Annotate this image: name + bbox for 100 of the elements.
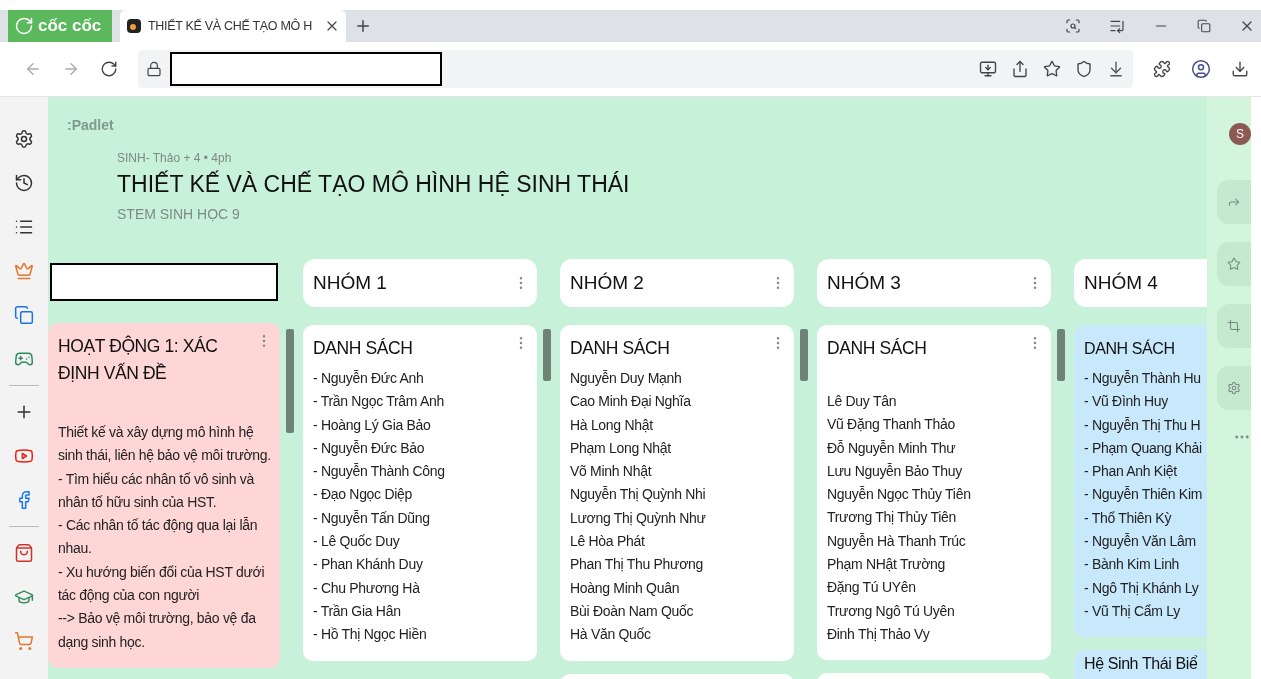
post-title: HOẠT ĐỘNG 1: XÁC ĐỊNH VẤN ĐỀ xyxy=(58,334,219,385)
star-icon[interactable] xyxy=(1043,60,1061,78)
crop-button[interactable] xyxy=(1217,304,1251,348)
post-text: Lương Thị Quỳnh Như xyxy=(570,508,706,528)
youtube-icon[interactable] xyxy=(14,446,34,466)
download-icon[interactable] xyxy=(1231,60,1249,78)
crop-icon xyxy=(1227,319,1241,333)
post-title: DANH SÁCH xyxy=(827,337,927,360)
post-text: - Phan Anh Kiệt xyxy=(1084,462,1177,482)
profile-icon[interactable] xyxy=(1191,59,1211,79)
post-text: - Vũ Thị Cẩm Ly xyxy=(1084,601,1180,621)
settings-icon xyxy=(1227,381,1241,395)
board-subtitle: STEM SINH HỌC 9 xyxy=(117,206,240,222)
post-title: DANH SÁCH xyxy=(570,337,670,360)
shopping-bag-icon[interactable] xyxy=(14,543,34,563)
logo-icon xyxy=(14,16,34,36)
scrollbar-thumb[interactable] xyxy=(800,329,808,381)
post-text: Hà Văn Quốc xyxy=(570,625,651,645)
post-text: - Nguyễn Tấn Dũng xyxy=(313,508,430,528)
star-icon xyxy=(1227,257,1241,271)
post-text: - Tìm hiểu các nhân tố vô sinh và nhân tố hữu sinh của HST. xyxy=(58,469,256,512)
address-field[interactable] xyxy=(170,52,442,86)
post-text: - Hồ Thị Ngọc Hiền xyxy=(313,625,427,645)
column-title: NHÓM 1 xyxy=(313,272,387,294)
post-text: - Lê Quốc Duy xyxy=(313,532,400,552)
share-icon[interactable] xyxy=(1011,60,1029,78)
post-text: Lê Hòa Phát xyxy=(570,532,645,552)
scrollbar-thumb[interactable] xyxy=(543,329,551,381)
post-text: - Nguyễn Đức Bảo xyxy=(313,438,425,458)
restore-icon[interactable] xyxy=(1197,19,1211,33)
forward-icon[interactable] xyxy=(62,60,80,78)
column-title: NHÓM 2 xyxy=(570,272,644,294)
column-title: NHÓM 3 xyxy=(827,272,901,294)
post-text: Đinh Thị Thảo Vy xyxy=(827,624,930,644)
post-text: - Ngô Thị Khánh Ly xyxy=(1084,578,1199,598)
post-title: DANH SÁCH xyxy=(1084,338,1175,359)
post-text: - Đạo Ngọc Diệp xyxy=(313,485,412,505)
install-icon[interactable] xyxy=(979,60,997,78)
post-text: Trương Ngô Tú Uyên xyxy=(827,601,955,621)
post-text: Cao Minh Đại Nghĩa xyxy=(570,392,691,412)
share-icon xyxy=(1227,195,1241,209)
column-title-field[interactable] xyxy=(50,263,278,301)
scrollbar-thumb[interactable] xyxy=(286,329,294,433)
favicon-icon xyxy=(126,18,142,34)
post-text: - Chu Phương Hà xyxy=(313,578,420,598)
post-text: --> Bảo vệ môi trường, bảo vệ đa dạng sinh học. xyxy=(58,609,257,652)
star-button[interactable] xyxy=(1217,242,1251,286)
scrollbar-thumb[interactable] xyxy=(1057,329,1065,381)
user-avatar[interactable]: S xyxy=(1229,123,1251,145)
post-text: - Nguyễn Thành Hu xyxy=(1084,369,1201,388)
post-text: Phạm NHật Trường xyxy=(827,555,945,575)
brand-name: cốc cốc xyxy=(38,16,102,36)
post-text: - Phan Khánh Duy xyxy=(313,555,423,575)
post-text: Nguyễn Hà Thanh Trúc xyxy=(827,531,966,551)
post-text: - Phạm Quang Khải xyxy=(1084,438,1202,458)
list-icon[interactable] xyxy=(14,217,34,237)
post-text: Trương Thị Thủy Tiên xyxy=(827,508,957,528)
post-text: - Hoàng Lý Gia Bảo xyxy=(313,415,431,435)
column-title: NHÓM 4 xyxy=(1084,272,1158,294)
history-icon[interactable] xyxy=(14,173,34,193)
puzzle-icon[interactable] xyxy=(1153,60,1171,78)
settings-button[interactable] xyxy=(1217,366,1251,410)
post-text: Nguyễn Ngọc Thủy Tiên xyxy=(827,485,971,505)
post-text: - Nguyễn Đức Anh xyxy=(313,369,424,388)
board-title: THIẾT KẾ VÀ CHẾ TẠO MÔ HÌNH HỆ SINH THÁI xyxy=(117,171,630,198)
post-text: Bùi Đoàn Nam Quốc xyxy=(570,601,694,621)
post-title: Hệ Sinh Thái Biể xyxy=(1084,654,1198,675)
post-text: Lê Duy Tân xyxy=(827,392,897,411)
post-text: Hà Long Nhật xyxy=(570,415,653,435)
post-text: - Thổ Thiên Kỳ xyxy=(1084,508,1172,528)
lock-icon xyxy=(146,61,162,77)
gamepad-icon[interactable] xyxy=(14,349,34,369)
post-text: Đỗ Nguyễn Minh Thư xyxy=(827,438,956,458)
board-meta: SINH- Thảo + 4 • 4ph xyxy=(117,151,232,165)
post-text: Phan Thị Thu Phương xyxy=(570,555,703,575)
post-text: - Nguyễn Văn Lâm xyxy=(1084,532,1196,552)
reload-icon[interactable] xyxy=(100,60,118,78)
cart-icon[interactable] xyxy=(14,631,34,651)
download-icon[interactable] xyxy=(1107,60,1125,78)
search-icon[interactable] xyxy=(1065,18,1081,34)
graduation-cap-icon[interactable] xyxy=(14,587,34,607)
settings-icon[interactable] xyxy=(14,129,34,149)
shield-icon[interactable] xyxy=(1075,60,1093,78)
post-text: - Nguyễn Thị Thu H xyxy=(1084,415,1201,435)
browser-tab[interactable]: THIẾT KẾ VÀ CHẾ TẠO MÔ H xyxy=(120,10,346,42)
back-list-icon[interactable] xyxy=(1109,18,1125,34)
crown-icon[interactable] xyxy=(14,261,34,281)
post-text: Thiết kế và xây dựng mô hình hệ sinh thái, liên hệ bảo vệ môi trường. xyxy=(58,423,272,466)
post-text: - Trần Ngọc Trâm Anh xyxy=(313,392,444,412)
post-text: - Trần Gia Hân xyxy=(313,601,401,621)
back-icon[interactable] xyxy=(24,60,42,78)
post-text: - Xu hướng biến đổi của HST dưới tác động của con người xyxy=(58,562,266,606)
post-text: - Bành Kim Linh xyxy=(1084,555,1180,575)
post-text: - Nguyễn Thiên Kim xyxy=(1084,485,1203,505)
post-text: Phạm Long Nhật xyxy=(570,438,671,458)
post-text: Nguyễn Thị Quỳnh Nhi xyxy=(570,485,706,505)
post-text: Lưu Nguyễn Bảo Thuy xyxy=(827,461,962,481)
post-text: Nguyễn Duy Mạnh xyxy=(570,369,682,388)
post-text: Hoàng Minh Quân xyxy=(570,578,680,598)
post-text: - Vũ Đình Huy xyxy=(1084,392,1169,412)
